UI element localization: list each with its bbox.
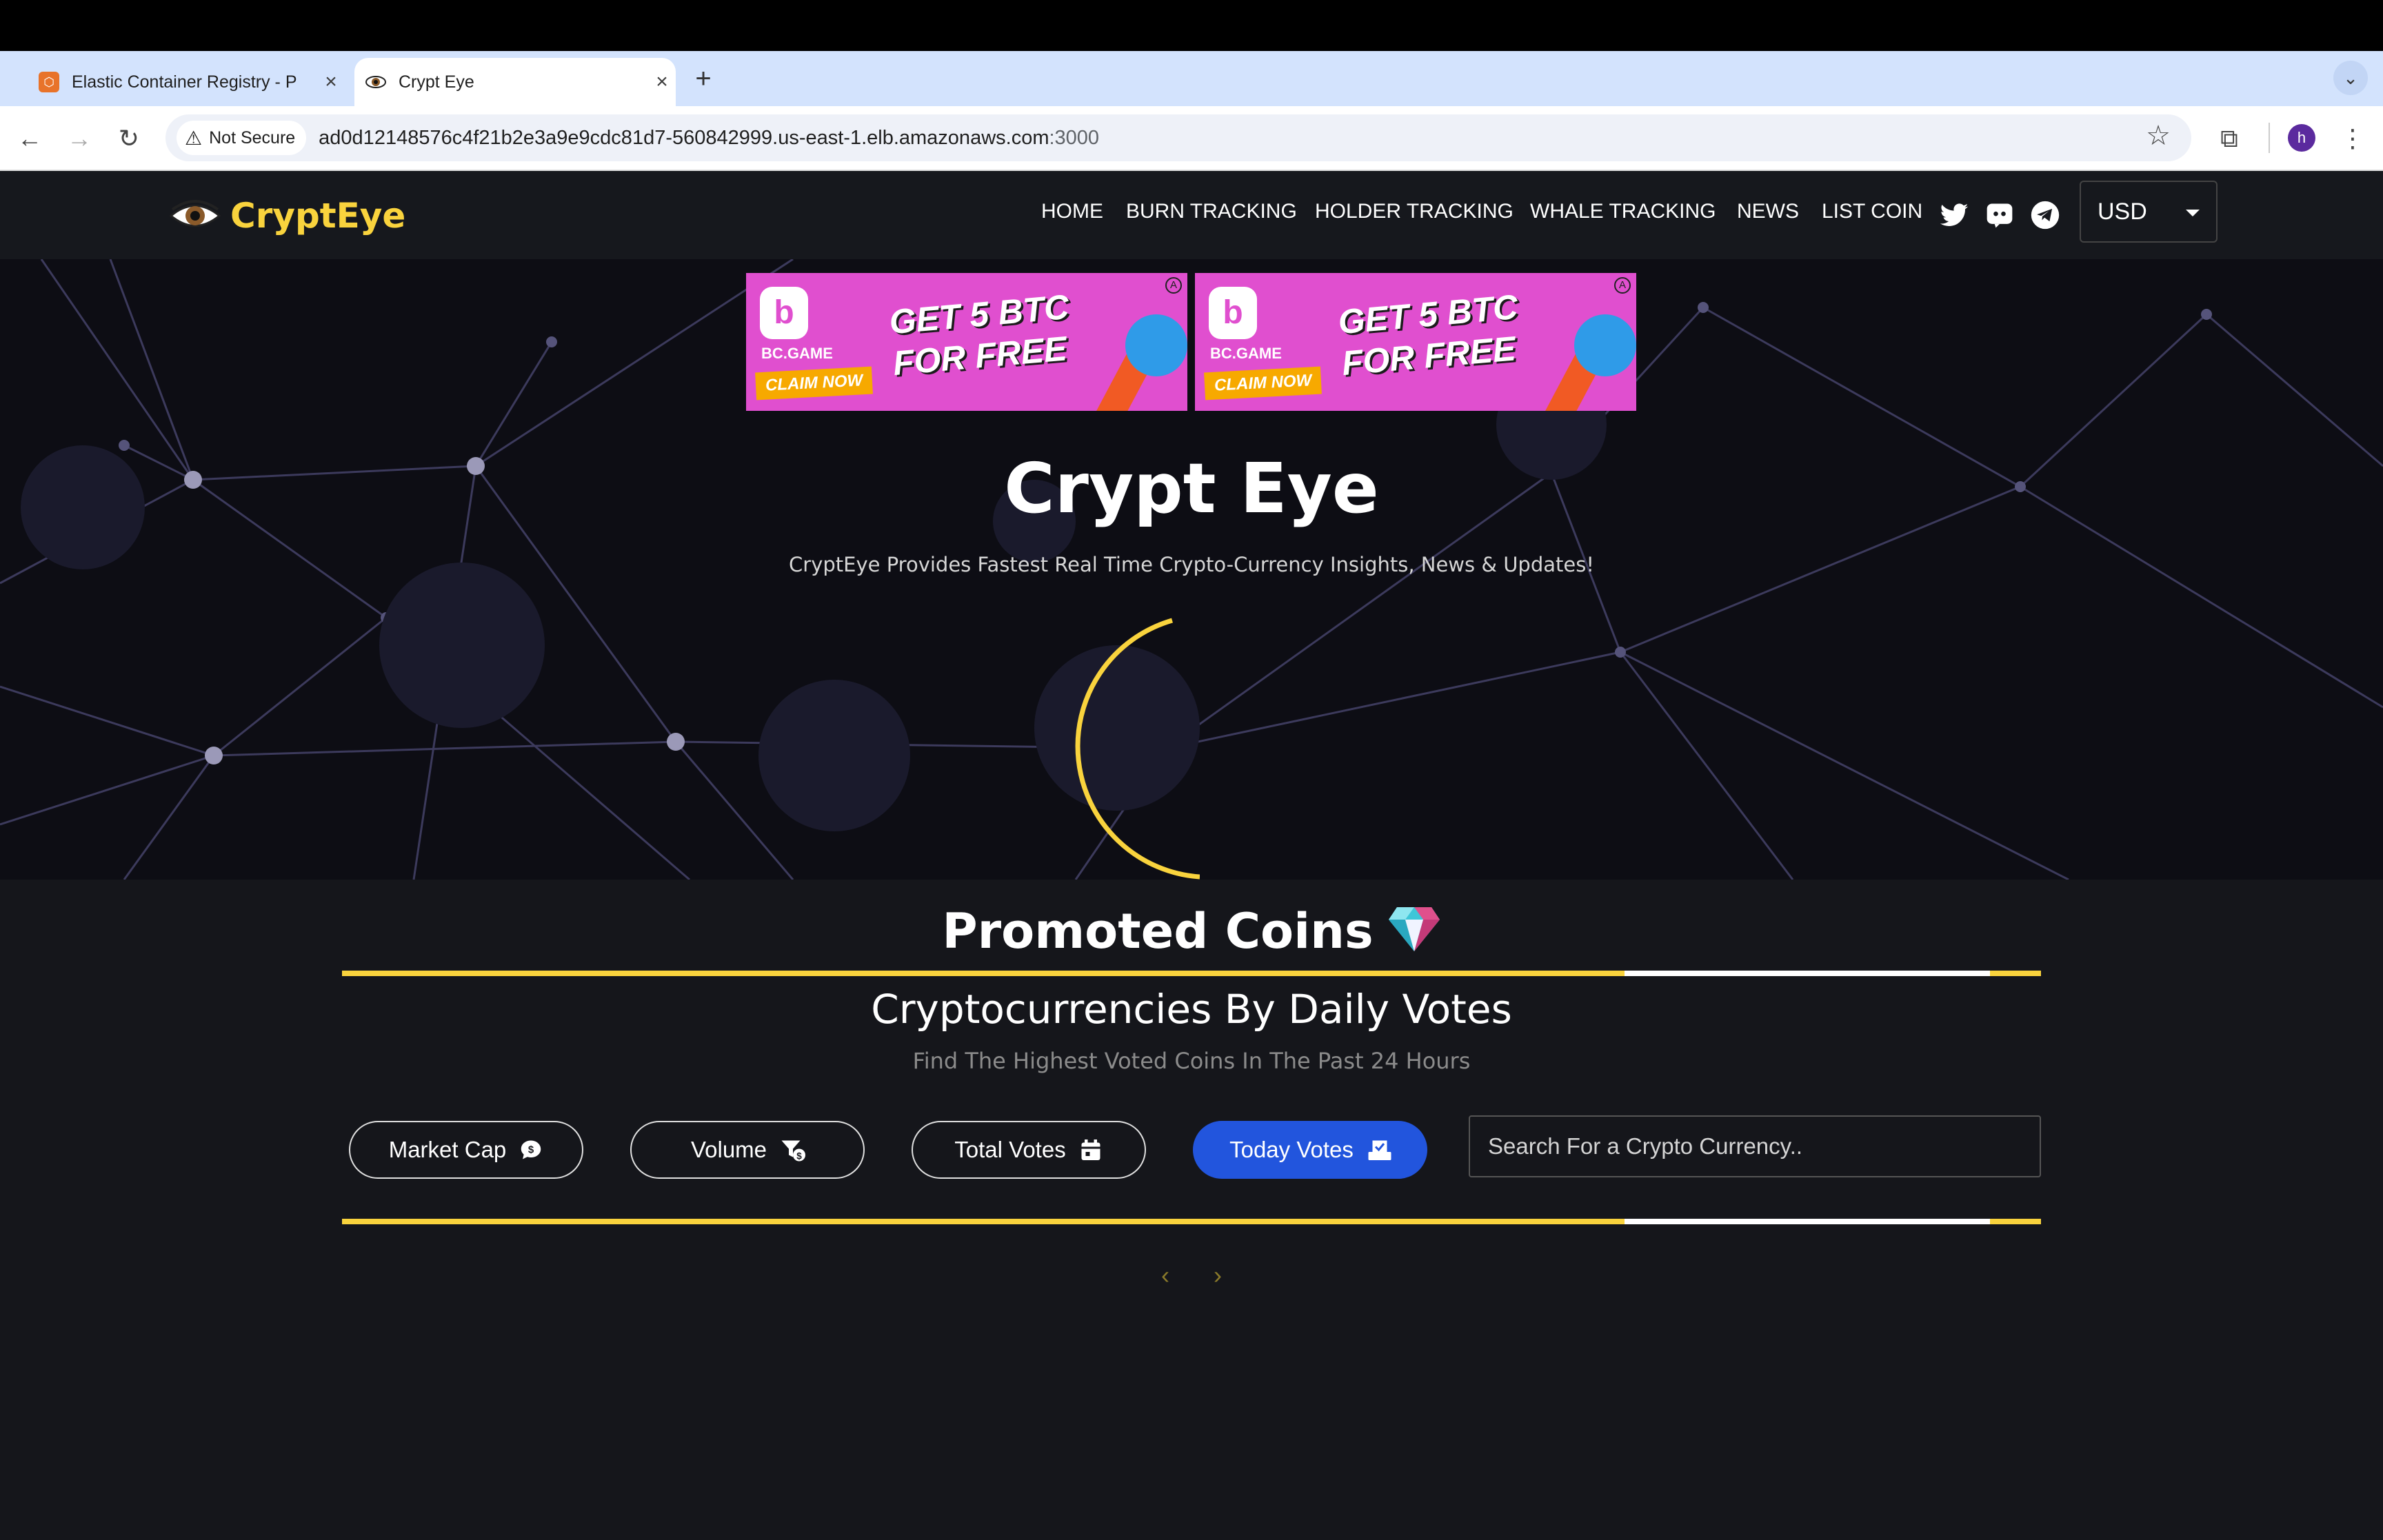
adchoices-icon[interactable]: A: [1165, 277, 1182, 294]
os-top-bar: [0, 0, 2383, 51]
reload-icon[interactable]: ↻: [112, 121, 146, 156]
browser-menu-icon[interactable]: ⋮: [2339, 121, 2366, 156]
eye-favicon-icon: [365, 72, 386, 92]
ad-brand: BC.GAME: [1210, 345, 1282, 362]
volume-filter-button[interactable]: Volume $: [630, 1121, 865, 1179]
logo-text: CryptEye: [230, 196, 406, 236]
section-divider: [342, 971, 2041, 976]
today-votes-filter-button[interactable]: Today Votes: [1193, 1121, 1427, 1179]
filter-dollar-icon: $: [779, 1137, 806, 1162]
close-icon[interactable]: ×: [317, 70, 345, 94]
currency-value: USD: [2098, 198, 2147, 225]
forward-arrow-icon[interactable]: →: [62, 121, 97, 156]
section-divider: [342, 1219, 2041, 1224]
nav-burn-tracking[interactable]: BURN TRACKING: [1126, 200, 1297, 223]
filter-label: Volume: [690, 1137, 767, 1162]
new-tab-button[interactable]: +: [690, 58, 717, 99]
bookmark-star-icon[interactable]: ☆: [2146, 120, 2171, 152]
ad-banner[interactable]: b BC.GAME CLAIM NOW GET 5 BTC FOR FREE A: [746, 273, 1187, 411]
discord-icon[interactable]: [1984, 200, 2015, 230]
caret-down-icon: [2186, 210, 2200, 216]
promoted-title-text: Promoted Coins: [942, 903, 1374, 960]
back-arrow-icon[interactable]: ←: [12, 121, 47, 156]
section-description: Find The Highest Voted Coins In The Past…: [912, 1048, 1471, 1074]
previous-page-chevron-icon[interactable]: ‹: [1152, 1262, 1179, 1289]
hero-title: Crypt Eye: [1004, 448, 1379, 529]
twitter-icon[interactable]: [1939, 200, 1969, 230]
address-bar[interactable]: ⚠ Not Secure ad0d12148576c4f21b2e3a9e9cd…: [165, 114, 2191, 161]
aws-favicon-icon: ⬡: [39, 72, 59, 92]
promoted-title: Promoted Coins: [0, 903, 2383, 964]
security-label: Not Secure: [209, 128, 296, 148]
tab-title: Elastic Container Registry - P: [72, 72, 297, 92]
nav-whale-tracking[interactable]: WHALE TRACKING: [1530, 200, 1716, 223]
security-indicator[interactable]: ⚠ Not Secure: [177, 121, 307, 155]
tab-elastic-container-registry[interactable]: ⬡ Elastic Container Registry - P ×: [28, 58, 345, 106]
eye-logo-icon: [168, 200, 222, 232]
ad-cta: CLAIM NOW: [1204, 366, 1323, 401]
adchoices-icon[interactable]: A: [1614, 277, 1631, 294]
vote-box-icon: [1366, 1137, 1391, 1162]
next-page-chevron-icon[interactable]: ›: [1204, 1262, 1231, 1289]
ad-headline: GET 5 BTC FOR FREE: [887, 286, 1074, 384]
tab-crypt-eye[interactable]: Crypt Eye ×: [354, 58, 676, 106]
url-port: :3000: [1049, 126, 1100, 149]
extensions-puzzle-icon[interactable]: ⧉: [2212, 121, 2246, 156]
loading-spinner: [1075, 618, 1200, 880]
nav-holder-tracking[interactable]: HOLDER TRACKING: [1315, 200, 1514, 223]
svg-text:$: $: [528, 1144, 534, 1156]
nav-news[interactable]: NEWS: [1737, 200, 1799, 223]
gem-icon: [1387, 904, 1441, 964]
filter-label: Total Votes: [954, 1137, 1066, 1162]
total-votes-filter-button[interactable]: Total Votes: [912, 1121, 1146, 1179]
ad-cta: CLAIM NOW: [755, 366, 874, 401]
ad-decoration: [1574, 314, 1636, 376]
ad-banner[interactable]: b BC.GAME CLAIM NOW GET 5 BTC FOR FREE A: [1195, 273, 1636, 411]
url-text[interactable]: ad0d12148576c4f21b2e3a9e9cdc81d7-5608429…: [319, 127, 1099, 150]
currency-select[interactable]: USD: [2080, 181, 2218, 243]
bc-game-logo-icon: b: [760, 287, 808, 339]
close-icon[interactable]: ×: [648, 70, 676, 94]
tab-search-chevron-icon[interactable]: ⌄: [2333, 61, 2368, 95]
site-logo[interactable]: CryptEye: [168, 192, 405, 240]
tab-title: Crypt Eye: [399, 72, 474, 92]
nav-home[interactable]: HOME: [1041, 200, 1103, 223]
promoted-section: [0, 880, 2383, 1540]
dollar-comment-icon: $: [519, 1137, 543, 1162]
ad-brand: BC.GAME: [761, 345, 833, 362]
url-host: ad0d12148576c4f21b2e3a9e9cdc81d7-5608429…: [319, 126, 1049, 149]
filter-label: Market Cap: [388, 1137, 507, 1162]
calendar-icon: [1078, 1137, 1103, 1162]
ad-headline: GET 5 BTC FOR FREE: [1336, 286, 1523, 384]
market-cap-filter-button[interactable]: Market Cap $: [349, 1121, 583, 1179]
bc-game-logo-icon: b: [1209, 287, 1257, 339]
toolbar-divider: [2269, 123, 2270, 153]
hero-subtitle: CryptEye Provides Fastest Real Time Cryp…: [789, 553, 1594, 576]
telegram-icon[interactable]: [2030, 200, 2060, 230]
svg-text:$: $: [796, 1151, 802, 1162]
ad-decoration: [1125, 314, 1187, 376]
profile-avatar[interactable]: h: [2288, 124, 2315, 152]
section-subtitle: Cryptocurrencies By Daily Votes: [871, 986, 1512, 1033]
warning-triangle-icon: ⚠: [185, 127, 203, 149]
nav-list-coin[interactable]: LIST COIN: [1822, 200, 1922, 223]
browser-tab-strip: ⬡ Elastic Container Registry - P × Crypt…: [0, 51, 2383, 106]
filter-label: Today Votes: [1229, 1137, 1354, 1162]
crypto-search-input[interactable]: [1469, 1115, 2041, 1177]
